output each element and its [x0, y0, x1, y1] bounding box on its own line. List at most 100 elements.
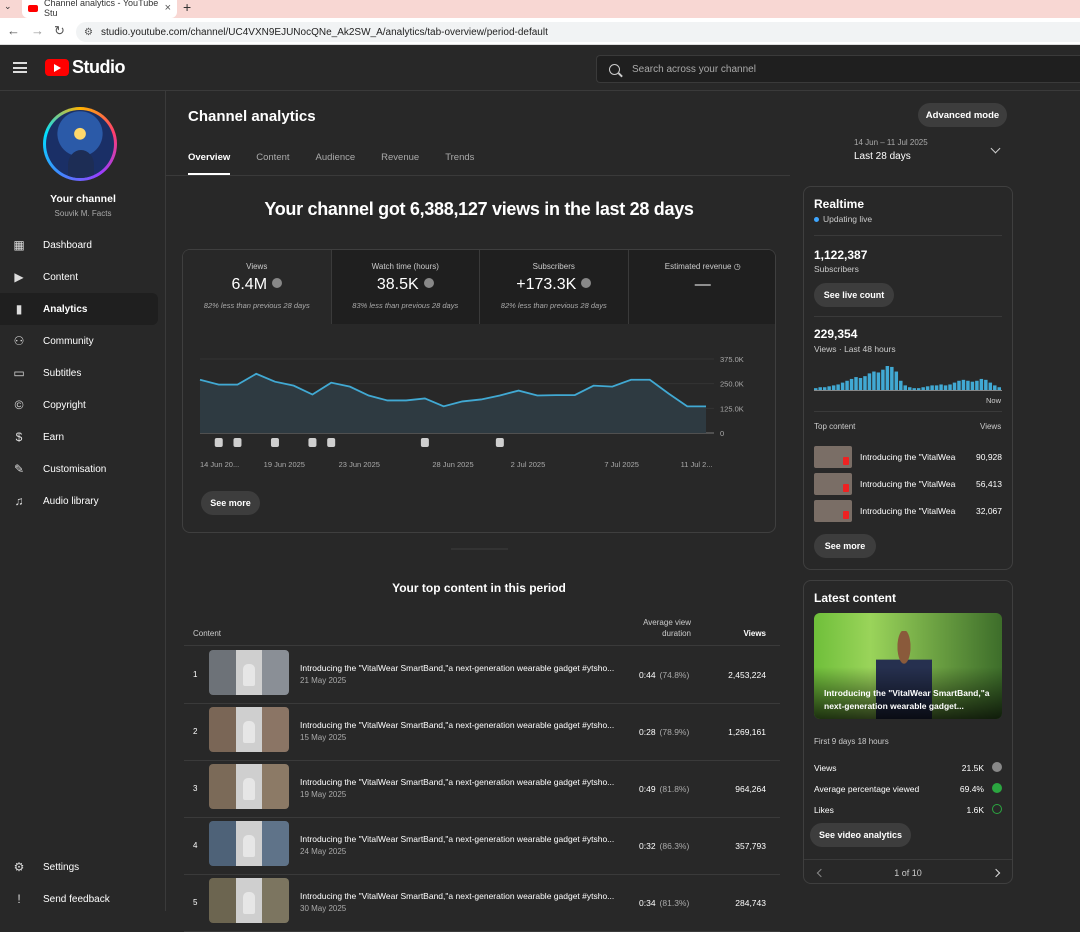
see-more-button[interactable]: See more: [201, 491, 260, 515]
analytics-icon: ▮: [15, 302, 23, 316]
date-range-label[interactable]: Last 28 days: [854, 151, 911, 162]
realtime-bar: [872, 371, 876, 390]
realtime-bar: [912, 388, 916, 390]
audio-library-icon: ♫: [14, 494, 24, 508]
arrow-down-icon: [272, 277, 283, 288]
sidebar-item-subtitles[interactable]: ▭ Subtitles: [0, 357, 158, 389]
stat-label: Average percentage viewed: [814, 784, 920, 794]
video-views: 1,269,161: [728, 727, 766, 737]
sidebar-item-earn[interactable]: $ Earn: [0, 421, 158, 453]
realtime-bar-chart[interactable]: [814, 362, 1004, 392]
y-tick-label: 0: [720, 429, 724, 438]
sidebar-item-content[interactable]: ▶ Content: [0, 261, 158, 293]
advanced-mode-button[interactable]: Advanced mode: [918, 103, 1007, 127]
sidebar-item-send-feedback[interactable]: ! Send feedback: [0, 883, 158, 915]
site-info-icon[interactable]: ⚙: [84, 27, 93, 38]
metric-estimated-revenue[interactable]: Estimated revenue ◷ —: [628, 250, 775, 324]
realtime-bar: [988, 382, 993, 390]
video-title: Introducing the "VitalWear: [860, 452, 956, 462]
video-thumbnail[interactable]: [209, 764, 289, 809]
realtime-bar: [894, 371, 899, 390]
metric-watch-time[interactable]: Watch time (hours) 38.5K 83% less than p…: [331, 250, 480, 324]
table-row[interactable]: 1 Introducing the "VitalWear SmartBand,"a…: [184, 646, 780, 703]
browser-tab-strip: ⌄ Channel analytics - YouTube Stu × +: [0, 0, 1080, 18]
chevron-down-icon[interactable]: [990, 143, 1001, 154]
stat-label: Likes: [814, 805, 834, 815]
search-input[interactable]: Search across your channel: [596, 55, 1080, 83]
studio-logo-text[interactable]: Studio: [72, 57, 126, 78]
back-icon[interactable]: ←: [7, 23, 20, 38]
metric-label: Subscribers: [532, 262, 575, 271]
video-views: 964,264: [735, 784, 766, 794]
y-tick-label: 375.0K: [720, 355, 744, 364]
divider: [814, 316, 1002, 317]
see-live-count-button[interactable]: See live count: [814, 283, 894, 307]
table-row[interactable]: 5 Introducing the "VitalWear SmartBand,"a…: [184, 874, 780, 931]
sidebar-item-audio-library[interactable]: ♫ Audio library: [0, 485, 158, 517]
tab-revenue[interactable]: Revenue: [381, 152, 419, 175]
realtime-top-item[interactable]: Introducing the "VitalWear 56,413: [814, 473, 1002, 497]
stat-views: Views 21.5K: [814, 762, 1002, 773]
avg-percentage: (74.8%): [659, 670, 690, 680]
video-title[interactable]: Introducing the "VitalWear SmartBand,"a …: [300, 720, 620, 730]
browser-tab[interactable]: Channel analytics - YouTube Stu ×: [22, 0, 177, 18]
realtime-see-more-button[interactable]: See more: [814, 534, 876, 558]
realtime-bar: [858, 378, 863, 390]
reload-icon[interactable]: ↻: [54, 23, 65, 39]
realtime-top-item[interactable]: Introducing the "VitalWear 32,067: [814, 500, 1002, 524]
metric-views[interactable]: Views 6.4M 82% less than previous 28 day…: [183, 250, 332, 324]
video-thumbnail[interactable]: [209, 650, 289, 695]
sidebar-item-copyright[interactable]: © Copyright: [0, 389, 158, 421]
realtime-bar: [921, 387, 925, 390]
tab-content[interactable]: Content: [256, 152, 289, 175]
date-range-dates[interactable]: 14 Jun – 11 Jul 2025: [854, 138, 928, 147]
video-thumbnail[interactable]: [209, 821, 289, 866]
x-tick-label: 28 Jun 2025: [432, 460, 473, 469]
metric-value: 38.5K: [376, 276, 419, 293]
video-title[interactable]: Introducing the "VitalWear SmartBand,"a …: [300, 777, 620, 787]
table-row[interactable]: 4 Introducing the "VitalWear SmartBand,"a…: [184, 817, 780, 874]
realtime-bar: [885, 366, 890, 390]
video-thumbnail[interactable]: [209, 878, 289, 923]
tab-audience[interactable]: Audience: [316, 152, 356, 175]
sidebar-item-analytics[interactable]: ▮ Analytics: [0, 293, 158, 325]
video-title[interactable]: Introducing the "VitalWear SmartBand,"a …: [300, 834, 620, 844]
realtime-bar: [943, 385, 948, 390]
video-title[interactable]: Introducing the "VitalWear SmartBand,"a …: [300, 891, 620, 901]
forward-icon[interactable]: →: [31, 23, 44, 38]
realtime-bar: [854, 377, 858, 390]
url-field[interactable]: ⚙ studio.youtube.com/channel/UC4VXN9EJUN…: [76, 22, 1080, 42]
video-date: 24 May 2025: [300, 847, 347, 856]
sidebar-item-community[interactable]: ⚇ Community: [0, 325, 158, 357]
views-chart[interactable]: 375.0K 250.0K 125.0K 0 14 Jun 20... 19 Jun 20…: [183, 324, 776, 484]
realtime-bar: [899, 380, 903, 390]
realtime-bar: [818, 387, 822, 390]
sidebar-item-settings[interactable]: ⚙ Settings: [0, 851, 158, 883]
latest-video-thumbnail[interactable]: Introducing the "VitalWear SmartBand,"a …: [814, 613, 1002, 719]
see-video-analytics-button[interactable]: See video analytics: [810, 823, 911, 847]
video-thumbnail[interactable]: [209, 707, 289, 752]
youtube-logo-icon[interactable]: [45, 59, 69, 76]
channel-avatar[interactable]: [43, 107, 117, 181]
close-tab-icon[interactable]: ×: [165, 2, 171, 14]
realtime-title: Realtime: [814, 197, 865, 211]
content-icon: ▶: [14, 270, 24, 284]
tab-trends[interactable]: Trends: [445, 152, 474, 175]
video-date: 19 May 2025: [300, 790, 347, 799]
menu-icon[interactable]: [13, 62, 27, 73]
table-row[interactable]: 3 Introducing the "VitalWear SmartBand,"a…: [184, 760, 780, 817]
metric-subscribers[interactable]: Subscribers +173.3K 82% less than previo…: [480, 250, 629, 324]
x-tick-label: 19 Jun 2025: [264, 460, 305, 469]
video-title[interactable]: Introducing the "VitalWear SmartBand,"a …: [300, 663, 620, 673]
avg-duration: 0:32: [639, 841, 656, 851]
realtime-bar: [836, 384, 840, 390]
new-tab-icon[interactable]: +: [183, 0, 191, 15]
tab-list-icon[interactable]: ⌄: [4, 1, 12, 12]
tab-overview[interactable]: Overview: [188, 152, 231, 175]
realtime-top-item[interactable]: Introducing the "VitalWear 90,928: [814, 446, 1002, 470]
col-header-views[interactable]: Views: [726, 629, 766, 638]
x-tick-label: 7 Jul 2025: [604, 460, 639, 469]
table-row[interactable]: 2 Introducing the "VitalWear SmartBand,"a…: [184, 703, 780, 760]
sidebar-item-customisation[interactable]: ✎ Customisation: [0, 453, 158, 485]
sidebar-item-dashboard[interactable]: ▦ Dashboard: [0, 229, 158, 261]
